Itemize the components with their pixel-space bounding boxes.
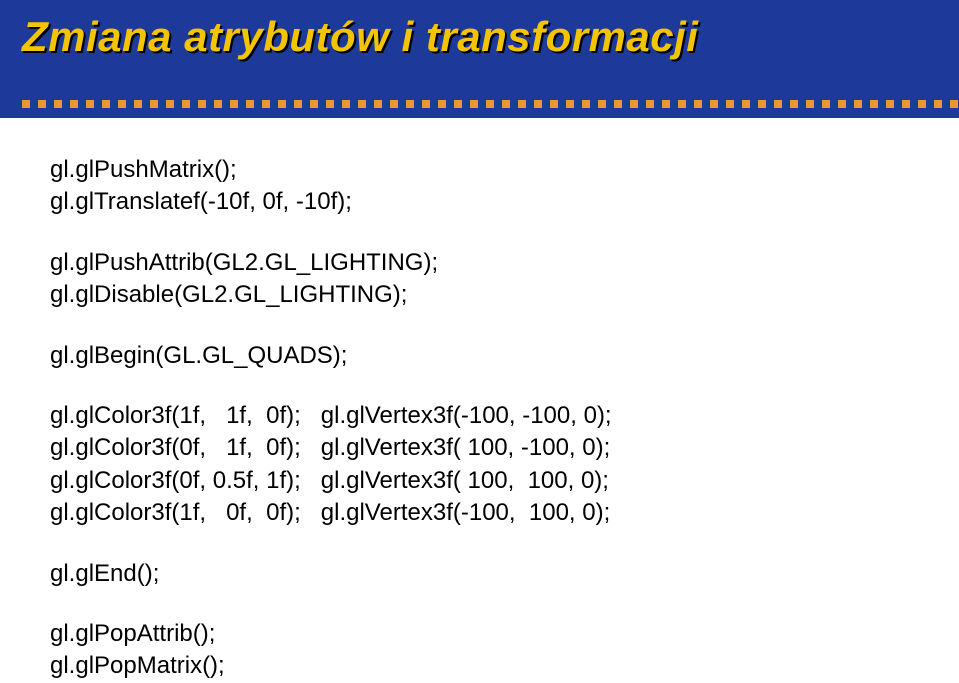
code-block-pop: gl.glPopAttrib(); gl.glPopMatrix(); bbox=[50, 618, 909, 683]
code-block-end: gl.glEnd(); bbox=[50, 558, 909, 590]
code-line: gl.glPopMatrix(); bbox=[50, 650, 909, 682]
code-line: gl.glColor3f(1f, 1f, 0f); gl.glVertex3f(… bbox=[50, 400, 909, 432]
code-block-attrib: gl.glPushAttrib(GL2.GL_LIGHTING); gl.glD… bbox=[50, 247, 909, 312]
slide-content: gl.glPushMatrix(); gl.glTranslatef(-10f,… bbox=[0, 118, 959, 683]
divider-dots bbox=[22, 100, 959, 108]
code-block-verts: gl.glColor3f(1f, 1f, 0f); gl.glVertex3f(… bbox=[50, 400, 909, 530]
code-line: gl.glColor3f(1f, 0f, 0f); gl.glVertex3f(… bbox=[50, 497, 909, 529]
code-line: gl.glEnd(); bbox=[50, 558, 909, 590]
code-line: gl.glPopAttrib(); bbox=[50, 618, 909, 650]
title-front: Zmiana atrybutów i transformacji bbox=[22, 13, 698, 60]
code-line: gl.glTranslatef(-10f, 0f, -10f); bbox=[50, 186, 909, 218]
code-line: gl.glPushAttrib(GL2.GL_LIGHTING); bbox=[50, 247, 909, 279]
code-line: gl.glBegin(GL.GL_QUADS); bbox=[50, 340, 909, 372]
code-block-begin: gl.glBegin(GL.GL_QUADS); bbox=[50, 340, 909, 372]
code-line: gl.glDisable(GL2.GL_LIGHTING); bbox=[50, 279, 909, 311]
code-line: gl.glPushMatrix(); bbox=[50, 154, 909, 186]
code-block-push: gl.glPushMatrix(); gl.glTranslatef(-10f,… bbox=[50, 154, 909, 219]
code-line: gl.glColor3f(0f, 1f, 0f); gl.glVertex3f(… bbox=[50, 432, 909, 464]
code-line: gl.glColor3f(0f, 0.5f, 1f); gl.glVertex3… bbox=[50, 465, 909, 497]
slide-header: Zmiana atrybutów i transformacji Zmiana … bbox=[0, 0, 959, 118]
slide-title: Zmiana atrybutów i transformacji Zmiana … bbox=[22, 14, 937, 60]
